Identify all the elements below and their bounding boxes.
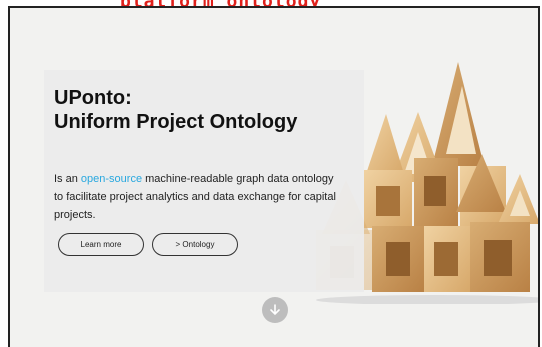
open-source-link[interactable]: open-source (81, 173, 142, 185)
title-line-2: Uniform Project Ontology (54, 111, 298, 133)
scroll-down-button[interactable] (262, 297, 288, 323)
arrow-down-icon (270, 304, 280, 316)
ontology-button[interactable]: > Ontology (152, 233, 238, 256)
description-prefix: Is an (54, 173, 81, 185)
hero-description: Is an open-source machine-readable graph… (54, 170, 344, 224)
page-title: UPonto: Uniform Project Ontology (54, 86, 297, 134)
learn-more-button[interactable]: Learn more (58, 233, 144, 256)
title-line-1: UPonto: (54, 87, 132, 109)
